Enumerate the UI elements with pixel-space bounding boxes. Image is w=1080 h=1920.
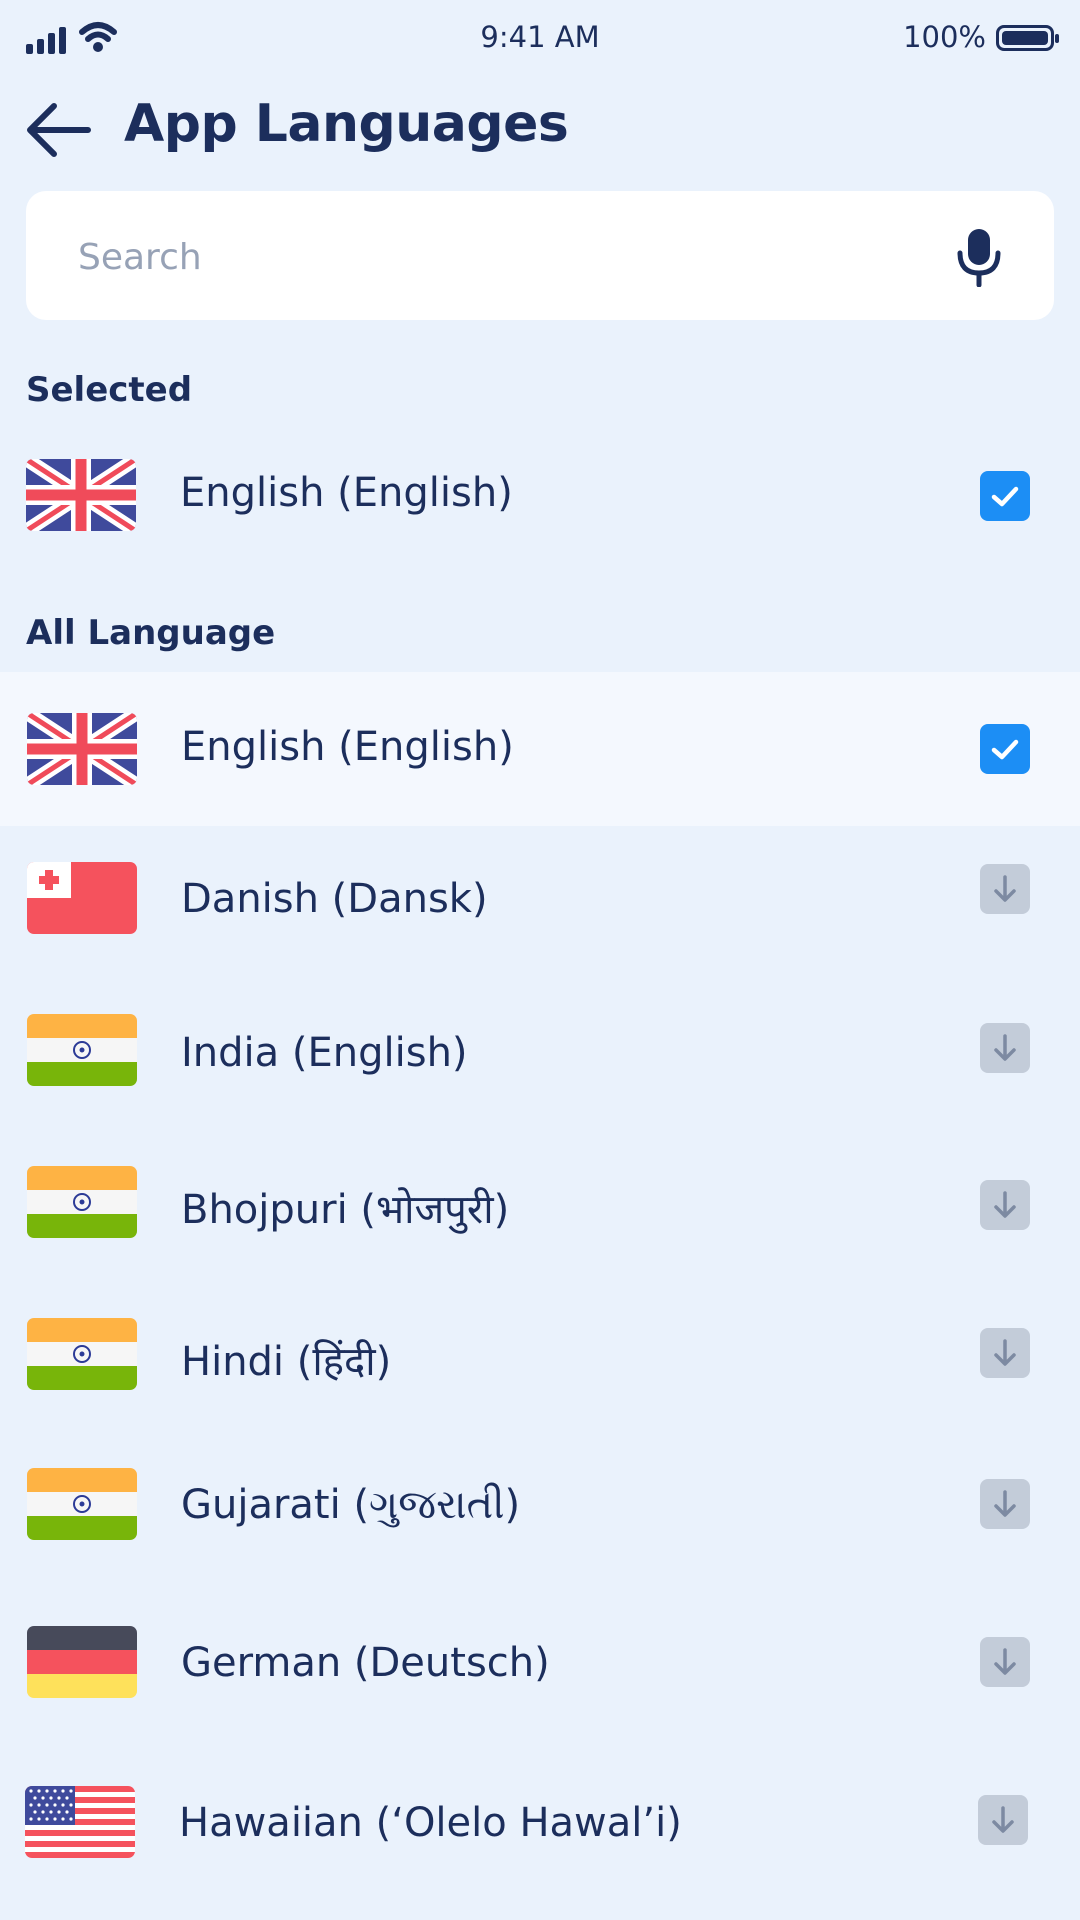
download-arrow-icon [994, 1490, 1016, 1517]
search-input[interactable] [76, 221, 920, 293]
battery-percentage: 100% [903, 20, 986, 54]
page-title: App Languages [124, 94, 569, 154]
download-button[interactable] [980, 1479, 1030, 1529]
language-row[interactable]: Danish (Dansk) [0, 826, 1080, 978]
language-row[interactable]: India (English) [0, 978, 1080, 1130]
download-arrow-icon [994, 1034, 1016, 1061]
selected-language-row[interactable]: English (English) [0, 420, 1080, 572]
checkmark-icon [991, 739, 1019, 760]
language-label: English (English) [181, 724, 514, 770]
india-flag-icon [27, 1468, 137, 1540]
download-button[interactable] [980, 864, 1030, 914]
download-button[interactable] [978, 1795, 1028, 1845]
header: App Languages [0, 90, 1080, 170]
india-flag-icon [27, 1318, 137, 1390]
voice-search-button[interactable] [954, 227, 1004, 288]
section-title-all-language: All Language [26, 613, 276, 653]
search-bar [26, 191, 1054, 320]
section-title-selected: Selected [26, 370, 193, 410]
back-button[interactable] [24, 98, 96, 162]
checkbox-checked[interactable] [980, 471, 1030, 521]
battery-icon [996, 25, 1059, 51]
india-flag-icon [27, 1166, 137, 1238]
download-arrow-icon [994, 1339, 1016, 1366]
language-label: Hindi (हिंदी) [181, 1339, 392, 1385]
language-label: Gujarati (ગુજરાતી) [181, 1482, 521, 1528]
language-row[interactable]: Bhojpuri (भोजपुरी) [0, 1130, 1080, 1282]
language-label: German (Deutsch) [181, 1640, 550, 1686]
selected-language-label: English (English) [180, 470, 513, 516]
usa-flag-icon [25, 1786, 135, 1858]
arrow-left-icon [27, 103, 91, 157]
download-arrow-icon [994, 1191, 1016, 1218]
language-label: Hawaiian (‘Olelo Hawal’i) [179, 1800, 682, 1846]
language-row[interactable]: Hawaiian (‘Olelo Hawal’i) [0, 1748, 1080, 1900]
checkmark-icon [991, 486, 1019, 507]
download-button[interactable] [980, 1180, 1030, 1230]
checkbox-checked[interactable] [980, 724, 1030, 774]
download-arrow-icon [994, 1648, 1016, 1675]
language-row[interactable]: English (English) [0, 672, 1080, 826]
download-button[interactable] [980, 1023, 1030, 1073]
language-label: India (English) [181, 1030, 468, 1076]
language-row[interactable]: German (Deutsch) [0, 1590, 1080, 1742]
language-label: Bhojpuri (भोजपुरी) [181, 1187, 510, 1233]
language-row[interactable]: Gujarati (ગુજરાતી) [0, 1432, 1080, 1584]
language-label: Danish (Dansk) [181, 876, 488, 922]
download-arrow-icon [994, 875, 1016, 902]
tonga-flag-icon [27, 862, 137, 934]
download-button[interactable] [980, 1637, 1030, 1687]
germany-flag-icon [27, 1626, 137, 1698]
download-arrow-icon [992, 1806, 1014, 1833]
uk-flag-icon [26, 459, 136, 531]
microphone-icon [957, 229, 1001, 288]
download-button[interactable] [980, 1328, 1030, 1378]
india-flag-icon [27, 1014, 137, 1086]
language-row[interactable]: Hindi (हिंदी) [0, 1282, 1080, 1434]
status-bar: 9:41 AM 100% [0, 0, 1080, 78]
uk-flag-icon [27, 713, 137, 785]
